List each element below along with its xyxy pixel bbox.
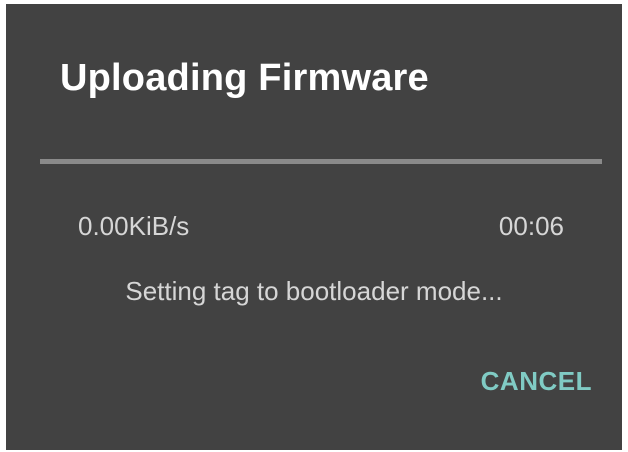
upload-firmware-dialog: Uploading Firmware 0.00KiB/s 00:06 Setti… xyxy=(6,4,622,450)
dialog-title: Uploading Firmware xyxy=(60,57,429,99)
status-message: Setting tag to bootloader mode... xyxy=(125,276,503,306)
transfer-rate-label: 0.00KiB/s xyxy=(78,211,190,241)
upload-progress-bar xyxy=(40,159,602,164)
cancel-button[interactable]: CANCEL xyxy=(481,364,592,398)
elapsed-time-label: 00:06 xyxy=(498,211,564,241)
